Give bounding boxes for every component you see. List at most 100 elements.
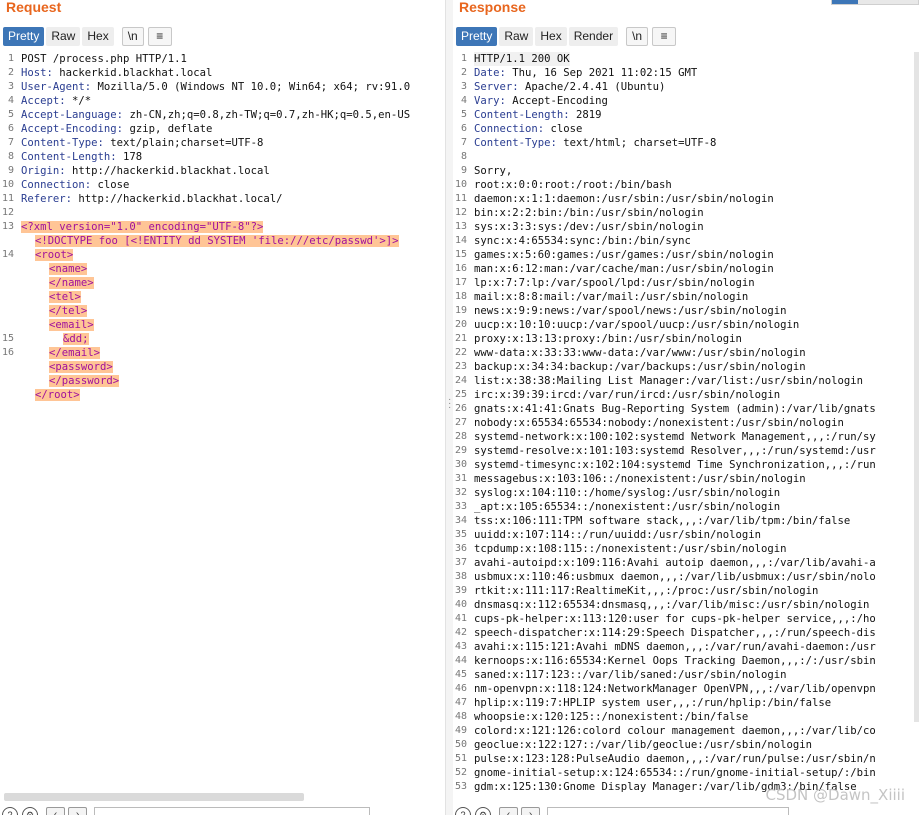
next-match-button[interactable]: › — [68, 807, 87, 815]
request-horizontal-scrollbar[interactable] — [4, 793, 304, 801]
line-text: Connection: close — [21, 178, 129, 192]
tab-pretty[interactable]: Pretty — [456, 27, 498, 46]
response-search-input[interactable] — [547, 807, 789, 815]
line-number: 26 — [454, 403, 467, 414]
newline-toggle-button[interactable]: \n — [121, 27, 144, 46]
header-value: mail:x:8:8:mail:/var/mail:/usr/sbin/nolo… — [474, 291, 749, 303]
header-value: Mozilla/5.0 (Windows NT 10.0; Win64; x64… — [91, 81, 411, 93]
line-text: games:x:5:60:games:/usr/games:/usr/sbin/… — [474, 248, 774, 262]
header-value: 178 — [116, 151, 143, 163]
header-value: zh-CN,zh;q=0.8,zh-TW;q=0.7,zh-HK;q=0.5,e… — [123, 109, 411, 121]
header-value: whoopsie:x:120:125::/nonexistent:/bin/fa… — [474, 711, 749, 723]
request-search-input[interactable] — [94, 807, 370, 815]
request-view-tabs: Pretty Raw Hex \n ≡ — [3, 27, 172, 46]
line-text: hplip:x:119:7:HPLIP system user,,,:/run/… — [474, 696, 831, 710]
line-text: nobody:x:65534:65534:nobody:/nonexistent… — [474, 416, 844, 430]
header-value: close — [544, 123, 583, 135]
code-line: 47 hplip:x:119:7:HPLIP system user,,,:/ru… — [453, 696, 919, 710]
request-editor[interactable]: 1 POST /process.php HTTP/1.1 2 Host: hacker… — [0, 52, 445, 402]
code-line: 11 Referer: http://hackerkid.blackhat.loc… — [0, 192, 445, 206]
newline-toggle-button[interactable]: \n — [626, 27, 649, 46]
header-name: User-Agent: — [21, 81, 92, 93]
line-number: 8 — [460, 151, 467, 162]
gear-icon[interactable]: ⚙ — [475, 807, 491, 815]
header-value: www-data:x:33:33:www-data:/var/www:/usr/… — [474, 347, 806, 359]
code-line: 14 sync:x:4:65534:sync:/bin:/bin/sync — [453, 234, 919, 248]
code-line: 3 User-Agent: Mozilla/5.0 (Windows NT 10.… — [0, 80, 445, 94]
line-number: 51 — [454, 753, 467, 764]
tab-hex[interactable]: Hex — [82, 27, 114, 46]
header-value: Thu, 16 Sep 2021 11:02:15 GMT — [505, 67, 698, 79]
line-text: Referer: http://hackerkid.blackhat.local… — [21, 192, 283, 206]
tab-render[interactable]: Render — [568, 27, 619, 46]
layout-toggle-active[interactable] — [832, 0, 858, 4]
gear-icon[interactable]: ⚙ — [22, 807, 38, 815]
line-number: 25 — [454, 389, 467, 400]
header-value: HTTP/1.1 200 OK — [474, 53, 570, 65]
line-number: 41 — [454, 613, 467, 624]
line-number: 15 — [1, 333, 14, 344]
xml-text: </email> — [49, 346, 101, 360]
code-line: 13 sys:x:3:3:sys:/dev:/usr/sbin/nologin — [453, 220, 919, 234]
code-line: 44 kernoops:x:116:65534:Kernel Oops Track… — [453, 654, 919, 668]
header-value: avahi:x:115:121:Avahi mDNS daemon,,,:/va… — [474, 641, 876, 653]
line-text: Content-Type: text/html; charset=UTF-8 — [474, 136, 716, 150]
line-number: 16 — [1, 347, 14, 358]
tab-raw[interactable]: Raw — [499, 27, 534, 46]
header-value: tss:x:106:111:TPM software stack,,,:/var… — [474, 515, 851, 527]
line-number: 31 — [454, 473, 467, 484]
header-value: nobody:x:65534:65534:nobody:/nonexistent… — [474, 417, 844, 429]
line-number: 42 — [454, 627, 467, 638]
menu-icon[interactable]: ≡ — [147, 27, 172, 46]
tab-pretty[interactable]: Pretty — [3, 27, 45, 46]
tab-raw[interactable]: Raw — [46, 27, 81, 46]
request-search-bar: ? ⚙ ‹ › — [0, 805, 445, 815]
previous-match-button[interactable]: ‹ — [46, 807, 65, 815]
line-text: User-Agent: Mozilla/5.0 (Windows NT 10.0… — [21, 80, 410, 94]
code-line: 28 systemd-network:x:100:102:systemd Netw… — [453, 430, 919, 444]
xml-token: <name> — [49, 263, 88, 275]
response-editor[interactable]: 1 HTTP/1.1 200 OK 2 Date: Thu, 16 Sep 2021 … — [453, 52, 919, 794]
header-value: messagebus:x:103:106::/nonexistent:/usr/… — [474, 473, 806, 485]
xml-token: <password> — [49, 361, 113, 373]
xml-line: <email> — [0, 318, 445, 332]
help-icon[interactable]: ? — [455, 807, 471, 815]
header-value: colord:x:121:126:colord colour managemen… — [474, 725, 876, 737]
line-number: 5 — [7, 109, 14, 120]
xml-line: 15 &dd; — [0, 332, 445, 346]
code-line: 34 tss:x:106:111:TPM software stack,,,:/v… — [453, 514, 919, 528]
line-number: 3 — [7, 81, 14, 92]
header-value: news:x:9:9:news:/var/spool/news:/usr/sbi… — [474, 305, 787, 317]
line-number: 12 — [454, 207, 467, 218]
line-number: 5 — [460, 109, 467, 120]
line-number: 11 — [454, 193, 467, 204]
line-text: avahi:x:115:121:Avahi mDNS daemon,,,:/va… — [474, 640, 876, 654]
header-name: Content-Type: — [474, 137, 557, 149]
response-vertical-scrollbar[interactable] — [914, 52, 919, 722]
line-number: 23 — [454, 361, 467, 372]
line-text: uucp:x:10:10:uucp:/var/spool/uucp:/usr/s… — [474, 318, 799, 332]
code-line: 48 whoopsie:x:120:125::/nonexistent:/bin/… — [453, 710, 919, 724]
tab-hex[interactable]: Hex — [535, 27, 567, 46]
xml-line: <tel> — [0, 290, 445, 304]
line-text: list:x:38:38:Mailing List Manager:/var/l… — [474, 374, 863, 388]
line-text: Connection: close — [474, 122, 582, 136]
line-text: geoclue:x:122:127::/var/lib/geoclue:/usr… — [474, 738, 812, 752]
menu-icon[interactable]: ≡ — [652, 27, 677, 46]
line-text: Accept: */* — [21, 94, 91, 108]
line-number: 6 — [460, 123, 467, 134]
xml-line: <password> — [0, 360, 445, 374]
previous-match-button[interactable]: ‹ — [499, 807, 518, 815]
code-line: 6 Accept-Encoding: gzip, deflate — [0, 122, 445, 136]
line-number: 45 — [454, 669, 467, 680]
layout-toggle[interactable] — [831, 0, 919, 5]
code-line: 10 Connection: close — [0, 178, 445, 192]
header-value: close — [91, 179, 130, 191]
help-icon[interactable]: ? — [2, 807, 18, 815]
header-value: gnats:x:41:41:Gnats Bug-Reporting System… — [474, 403, 876, 415]
code-line: 52 gnome-initial-setup:x:124:65534::/run/… — [453, 766, 919, 780]
next-match-button[interactable]: › — [521, 807, 540, 815]
header-value: http://hackerkid.blackhat.local — [65, 165, 270, 177]
code-line: 9 Sorry, — [453, 164, 919, 178]
code-line: 17 lp:x:7:7:lp:/var/spool/lpd:/usr/sbin/n… — [453, 276, 919, 290]
